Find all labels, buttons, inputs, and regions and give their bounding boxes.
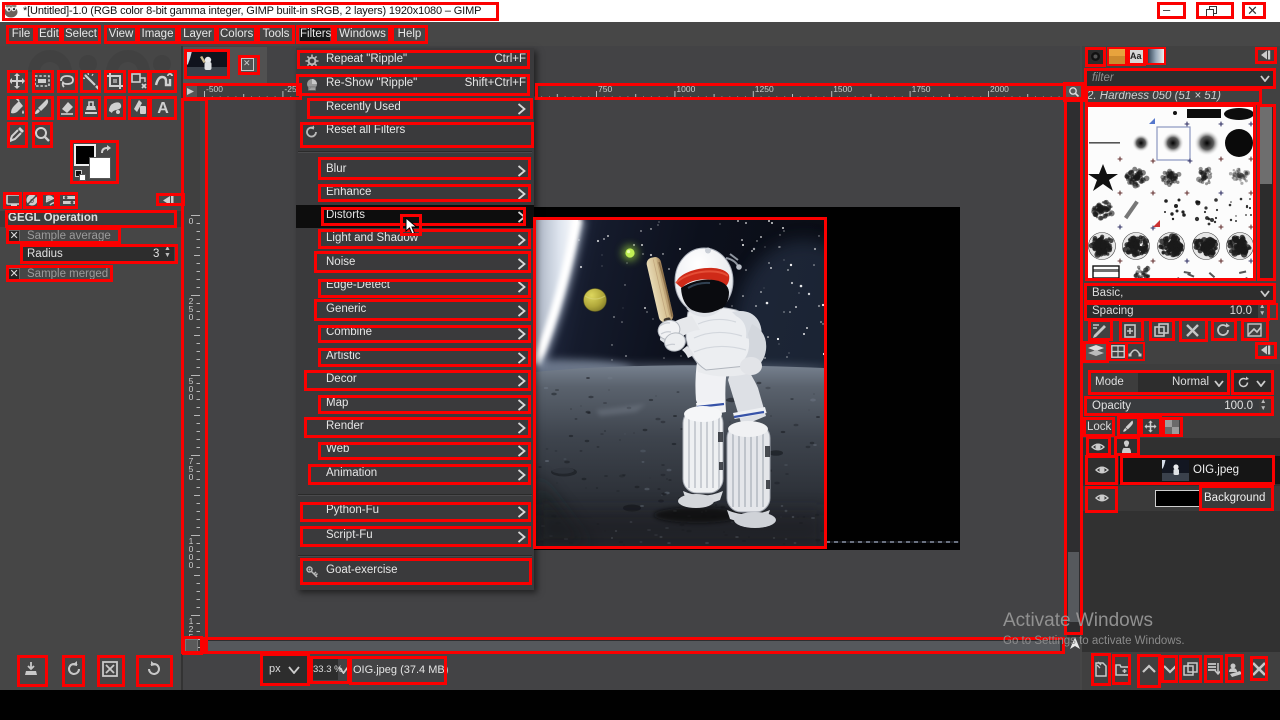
svg-text:2000: 2000 xyxy=(990,84,1009,94)
svg-text:100: 100 xyxy=(309,87,315,91)
svg-text:A: A xyxy=(157,100,169,117)
svg-text:1000: 1000 xyxy=(676,84,695,94)
svg-text:0: 0 xyxy=(189,560,194,570)
svg-text:0: 0 xyxy=(189,312,194,322)
svg-text:-500: -500 xyxy=(206,84,223,94)
svg-text:0: 0 xyxy=(189,216,194,226)
svg-text:0: 0 xyxy=(189,472,194,482)
svg-text:1750: 1750 xyxy=(912,84,931,94)
svg-text:o: o xyxy=(30,198,34,205)
svg-text:750: 750 xyxy=(598,84,612,94)
svg-text:1250: 1250 xyxy=(755,84,774,94)
svg-text:0: 0 xyxy=(189,392,194,402)
svg-text:1500: 1500 xyxy=(833,84,852,94)
